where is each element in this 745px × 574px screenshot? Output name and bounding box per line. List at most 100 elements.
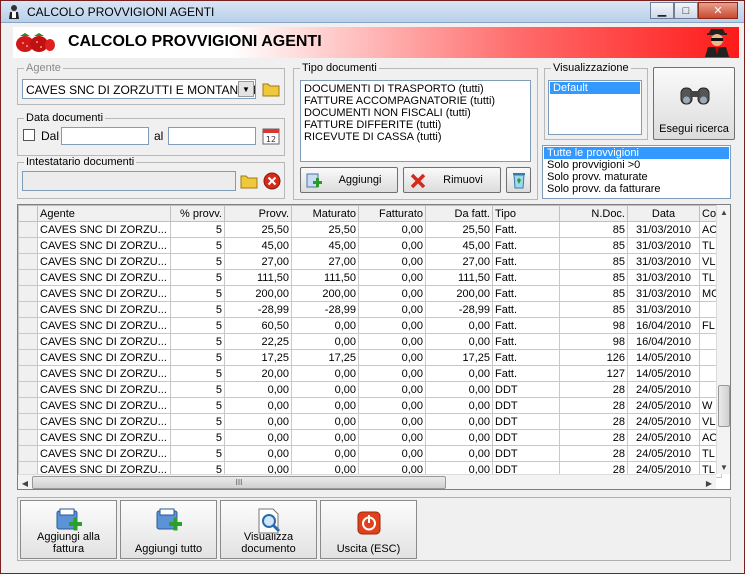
table-cell[interactable]: 25,50 xyxy=(425,221,493,238)
table-cell[interactable]: 0,00 xyxy=(425,365,493,382)
intestatario-input[interactable] xyxy=(22,171,236,191)
table-cell[interactable]: 45,00 xyxy=(291,237,359,254)
table-cell[interactable]: DDT xyxy=(492,381,560,398)
table-cell[interactable]: 0,00 xyxy=(224,445,292,462)
table-cell[interactable]: 16/04/2010 xyxy=(627,317,700,334)
table-cell[interactable]: 0,00 xyxy=(358,237,426,254)
table-cell[interactable]: 5 xyxy=(170,429,225,446)
table-cell[interactable]: 31/03/2010 xyxy=(627,269,700,286)
table-cell[interactable]: 0,00 xyxy=(358,381,426,398)
table-cell[interactable]: CAVES SNC DI ZORZU... xyxy=(37,349,171,366)
table-cell[interactable]: 27,00 xyxy=(291,253,359,270)
table-cell[interactable]: 0,00 xyxy=(224,413,292,430)
column-header[interactable]: Provv. xyxy=(224,205,292,222)
table-cell[interactable]: 0,00 xyxy=(358,365,426,382)
table-cell[interactable]: 0,00 xyxy=(358,317,426,334)
agente-browse-button[interactable] xyxy=(261,79,281,99)
maximize-button[interactable]: □ xyxy=(674,2,698,19)
table-row[interactable]: CAVES SNC DI ZORZU... 5 45,00 45,00 0,00 45,0… xyxy=(18,237,723,254)
table-cell[interactable]: 17,25 xyxy=(224,349,292,366)
table-row[interactable]: CAVES SNC DI ZORZU... 5 20,00 0,00 0,00 0,00 F… xyxy=(18,365,723,382)
table-cell[interactable]: 0,00 xyxy=(358,221,426,238)
table-cell[interactable]: DDT xyxy=(492,429,560,446)
column-header[interactable]: % provv. xyxy=(170,205,225,222)
table-cell[interactable]: CAVES SNC DI ZORZU... xyxy=(37,253,171,270)
table-cell[interactable]: 0,00 xyxy=(358,429,426,446)
calendar-button[interactable]: 12 xyxy=(261,126,281,146)
table-cell[interactable]: 14/05/2010 xyxy=(627,349,700,366)
table-cell[interactable]: 85 xyxy=(559,285,628,302)
table-cell[interactable]: 0,00 xyxy=(358,333,426,350)
table-row[interactable]: CAVES SNC DI ZORZU... 5 0,00 0,00 0,00 0,00 DD… xyxy=(18,397,723,414)
table-cell[interactable]: 0,00 xyxy=(291,381,359,398)
table-cell[interactable]: Fatt. xyxy=(492,253,560,270)
table-cell[interactable]: Fatt. xyxy=(492,333,560,350)
intestatario-browse-button[interactable] xyxy=(239,171,259,191)
aggiungi-alla-fattura-button[interactable]: Aggiungi alla fattura xyxy=(20,500,117,559)
table-cell[interactable]: 0,00 xyxy=(224,381,292,398)
table-cell[interactable]: 28 xyxy=(559,429,628,446)
row-indicator[interactable] xyxy=(18,285,38,302)
scroll-down-icon[interactable]: ▼ xyxy=(717,460,730,474)
table-cell[interactable]: 0,00 xyxy=(358,253,426,270)
table-cell[interactable]: 111,50 xyxy=(291,269,359,286)
table-cell[interactable]: -28,99 xyxy=(291,301,359,318)
table-cell[interactable]: 0,00 xyxy=(425,413,493,430)
table-cell[interactable]: 0,00 xyxy=(358,349,426,366)
list-item[interactable]: FATTURE DIFFERITE (tutti) xyxy=(301,119,530,131)
table-cell[interactable]: 25,50 xyxy=(291,221,359,238)
table-cell[interactable]: 0,00 xyxy=(224,429,292,446)
table-cell[interactable]: 28 xyxy=(559,381,628,398)
table-row[interactable]: CAVES SNC DI ZORZU... 5 22,25 0,00 0,00 0,00 F… xyxy=(18,333,723,350)
horizontal-scrollbar[interactable]: ◀ III ▶ xyxy=(18,474,716,489)
table-row[interactable]: CAVES SNC DI ZORZU... 5 -28,99 -28,99 0,00 -2… xyxy=(18,301,723,318)
table-cell[interactable]: 200,00 xyxy=(224,285,292,302)
table-cell[interactable]: CAVES SNC DI ZORZU... xyxy=(37,429,171,446)
column-header[interactable]: Fatturato xyxy=(358,205,426,222)
table-cell[interactable]: 5 xyxy=(170,269,225,286)
row-indicator[interactable] xyxy=(18,445,38,462)
tipo-documenti-list[interactable]: DOCUMENTI DI TRASPORTO (tutti) FATTURE A… xyxy=(300,80,531,162)
table-cell[interactable]: 111,50 xyxy=(224,269,292,286)
chevron-down-icon[interactable]: ▼ xyxy=(238,81,254,97)
table-row[interactable]: CAVES SNC DI ZORZU... 5 17,25 17,25 0,00 17,2… xyxy=(18,349,723,366)
rimuovi-button[interactable]: Rimuovi xyxy=(403,167,501,193)
visualizza-documento-button[interactable]: Visualizza documento xyxy=(220,500,317,559)
table-cell[interactable]: 0,00 xyxy=(291,333,359,350)
table-cell[interactable]: 0,00 xyxy=(425,397,493,414)
column-header[interactable]: Maturato xyxy=(291,205,359,222)
table-cell[interactable]: 126 xyxy=(559,349,628,366)
row-indicator[interactable] xyxy=(18,237,38,254)
table-cell[interactable]: Fatt. xyxy=(492,365,560,382)
table-cell[interactable]: 0,00 xyxy=(425,333,493,350)
svuota-button[interactable] xyxy=(506,167,531,193)
table-cell[interactable]: Fatt. xyxy=(492,269,560,286)
table-cell[interactable]: 24/05/2010 xyxy=(627,397,700,414)
provvigioni-grid[interactable]: Agente % provv. Provv. Maturato Fatturat… xyxy=(17,204,731,490)
row-indicator[interactable] xyxy=(18,381,38,398)
table-cell[interactable]: DDT xyxy=(492,397,560,414)
table-cell[interactable]: 0,00 xyxy=(291,317,359,334)
table-cell[interactable]: 45,00 xyxy=(224,237,292,254)
row-indicator[interactable] xyxy=(18,413,38,430)
table-cell[interactable]: Fatt. xyxy=(492,317,560,334)
table-cell[interactable]: 0,00 xyxy=(425,317,493,334)
table-cell[interactable]: CAVES SNC DI ZORZU... xyxy=(37,333,171,350)
table-cell[interactable]: 28 xyxy=(559,413,628,430)
table-row[interactable]: CAVES SNC DI ZORZU... 5 27,00 27,00 0,00 27,0… xyxy=(18,253,723,270)
table-cell[interactable]: 5 xyxy=(170,397,225,414)
table-cell[interactable]: 0,00 xyxy=(358,269,426,286)
row-indicator[interactable] xyxy=(18,429,38,446)
column-header[interactable]: N.Doc. xyxy=(559,205,628,222)
table-cell[interactable]: 28 xyxy=(559,397,628,414)
table-cell[interactable]: 24/05/2010 xyxy=(627,429,700,446)
row-indicator[interactable] xyxy=(18,333,38,350)
table-cell[interactable]: 0,00 xyxy=(358,413,426,430)
table-row[interactable]: CAVES SNC DI ZORZU... 5 0,00 0,00 0,00 0,00 DD… xyxy=(18,413,723,430)
table-cell[interactable]: 200,00 xyxy=(291,285,359,302)
table-row[interactable]: CAVES SNC DI ZORZU... 5 200,00 200,00 0,00 20… xyxy=(18,285,723,302)
table-cell[interactable]: 98 xyxy=(559,333,628,350)
table-cell[interactable]: 5 xyxy=(170,365,225,382)
column-header[interactable]: Data xyxy=(627,205,700,222)
list-item[interactable]: Solo provvigioni >0 xyxy=(544,159,729,171)
